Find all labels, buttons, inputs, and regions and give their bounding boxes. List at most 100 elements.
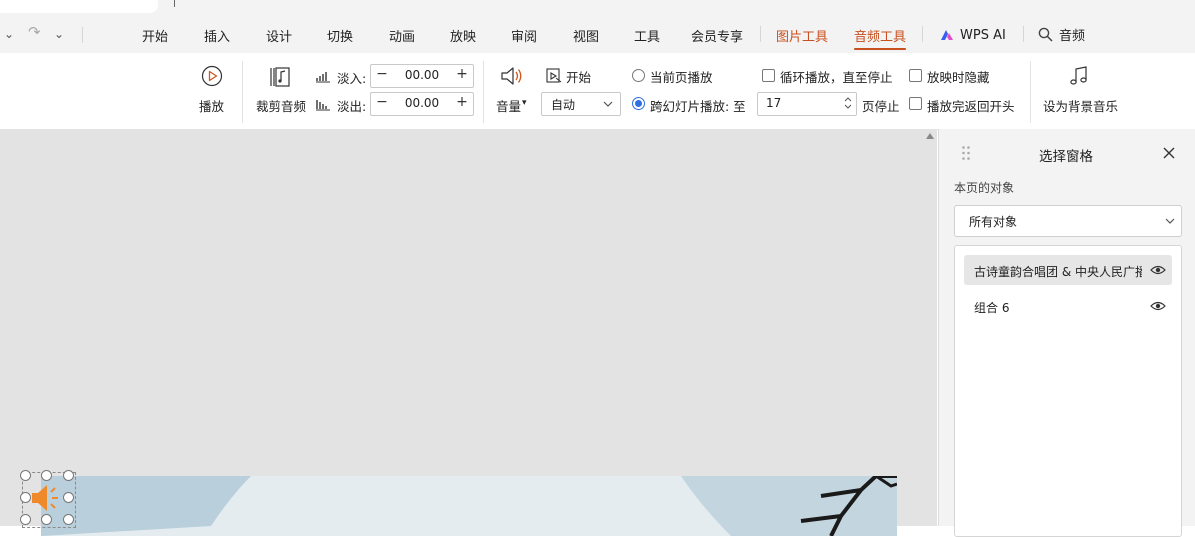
rewind-checkbox[interactable] (909, 97, 922, 110)
resize-handle[interactable] (63, 470, 74, 481)
start-mode-value: 自动 (551, 98, 576, 112)
fade-out-icon (316, 100, 330, 111)
fade-in-spinner[interactable]: − 00.00 + (370, 64, 474, 88)
fade-out-label: 淡出: (337, 99, 367, 114)
fade-in-icon (316, 72, 330, 83)
chevron-down-icon (603, 101, 613, 107)
loop-checkbox[interactable] (762, 69, 775, 82)
volume-label: 音量 (496, 99, 522, 114)
audio-speaker-icon[interactable] (30, 482, 64, 514)
volume-dropdown-icon: ▾ (522, 98, 527, 108)
divider (922, 26, 923, 42)
current-slide-label: 当前页播放 (650, 70, 713, 85)
tab-audio-tools[interactable]: 音频工具 (854, 26, 907, 50)
divider (82, 27, 83, 43)
set-background-music-button[interactable]: 设为背景音乐 (1040, 62, 1120, 114)
tab-home[interactable]: 开始 (142, 26, 168, 45)
list-item[interactable]: 古诗童韵合唱团 & 中央人民广播 (964, 255, 1172, 285)
spinner-arrows-icon[interactable] (844, 95, 852, 111)
slide-editing-area[interactable] (0, 129, 937, 526)
fade-out-decrement[interactable]: − (374, 94, 390, 110)
stop-page-suffix: 页停止 (862, 99, 900, 114)
redo-icon[interactable]: ↷ (28, 23, 41, 41)
search-icon (1038, 27, 1053, 42)
tab-slideshow[interactable]: 放映 (450, 26, 476, 45)
tab-member[interactable]: 会员专享 (691, 26, 743, 45)
object-name: 组合 6 (974, 301, 1010, 315)
list-item[interactable]: 组合 6 (964, 291, 1172, 321)
fade-in-decrement[interactable]: − (374, 66, 390, 82)
wps-ai-button[interactable]: WPS AI (940, 26, 1006, 44)
vertical-scrollbar[interactable] (924, 129, 937, 526)
stop-page-spinner[interactable]: 17 (757, 92, 857, 116)
cross-slide-radio[interactable] (632, 97, 645, 110)
music-note-icon (1070, 66, 1087, 85)
volume-button[interactable]: 音量 ▾ (494, 62, 532, 114)
resize-handle[interactable] (20, 470, 31, 481)
start-icon (546, 68, 562, 83)
object-filter-select[interactable]: 所有对象 (954, 205, 1182, 237)
object-filter-value: 所有对象 (969, 215, 1018, 229)
tab-divider (174, 0, 175, 7)
tab-picture-tools[interactable]: 图片工具 (776, 26, 828, 45)
current-slide-radio[interactable] (632, 69, 645, 82)
trim-audio-button[interactable]: 裁剪音频 (254, 62, 306, 114)
wps-ai-label: WPS AI (960, 27, 1006, 43)
pane-title: 选择窗格 (1039, 149, 1093, 165)
trim-audio-label: 裁剪音频 (256, 99, 307, 114)
cross-slide-label: 跨幻灯片播放: 至 (650, 99, 746, 114)
eye-icon[interactable] (1150, 264, 1166, 276)
fade-out-value[interactable]: 00.00 (393, 96, 451, 110)
tab-transitions[interactable]: 切换 (327, 26, 353, 45)
hide-during-show-label: 放映时隐藏 (927, 70, 990, 85)
slide-canvas[interactable] (41, 476, 897, 536)
scroll-up-icon[interactable] (926, 133, 934, 139)
divider (1023, 26, 1024, 42)
document-tab[interactable] (0, 0, 158, 13)
fade-in-label: 淡入: (337, 71, 367, 86)
trim-audio-icon (270, 67, 290, 87)
section-label: 本页的对象 (954, 181, 1015, 195)
play-button[interactable]: 播放 (195, 62, 229, 114)
drag-handle-icon[interactable] (961, 145, 971, 161)
object-list: 古诗童韵合唱团 & 中央人民广播 组合 6 (954, 245, 1182, 537)
set-background-music-label: 设为背景音乐 (1043, 99, 1119, 114)
tab-design[interactable]: 设计 (266, 26, 292, 45)
object-name: 古诗童韵合唱团 & 中央人民广播 (974, 265, 1142, 279)
quick-access-more-icon[interactable]: ⌄ (54, 27, 64, 41)
undo-dropdown-icon[interactable]: ⌄ (4, 27, 14, 41)
ribbon-divider (483, 61, 484, 123)
search-box[interactable]: 音频 (1038, 25, 1086, 44)
ribbon-divider (242, 61, 243, 123)
chevron-down-icon (1165, 218, 1175, 224)
hide-during-show-checkbox[interactable] (909, 69, 922, 82)
tab-tools[interactable]: 工具 (634, 26, 660, 45)
fade-in-increment[interactable]: + (454, 66, 470, 82)
play-label: 播放 (199, 99, 225, 114)
wps-ai-icon (941, 30, 953, 40)
eye-icon[interactable] (1150, 300, 1166, 312)
start-label: 开始 (566, 70, 592, 85)
fade-in-value[interactable]: 00.00 (393, 68, 451, 82)
slide-background-art (41, 476, 897, 536)
fade-out-spinner[interactable]: − 00.00 + (370, 92, 474, 116)
tab-review[interactable]: 审阅 (511, 26, 537, 45)
resize-handle[interactable] (63, 492, 74, 503)
tab-view[interactable]: 视图 (573, 26, 599, 45)
resize-handle[interactable] (20, 514, 31, 525)
ribbon-divider (1030, 61, 1031, 123)
resize-handle[interactable] (41, 514, 52, 525)
stop-page-value[interactable]: 17 (766, 96, 781, 110)
speaker-icon (501, 67, 522, 85)
tab-insert[interactable]: 插入 (204, 26, 230, 45)
divider (760, 26, 761, 42)
start-mode-select[interactable]: 自动 (541, 92, 621, 116)
search-text: 音频 (1059, 28, 1086, 44)
fade-out-increment[interactable]: + (454, 94, 470, 110)
rewind-label: 播放完返回开头 (927, 99, 1015, 114)
loop-label: 循环播放，直至停止 (780, 70, 893, 85)
tab-animations[interactable]: 动画 (389, 26, 415, 45)
close-icon[interactable] (1163, 147, 1175, 159)
resize-handle[interactable] (63, 514, 74, 525)
resize-handle[interactable] (41, 470, 52, 481)
